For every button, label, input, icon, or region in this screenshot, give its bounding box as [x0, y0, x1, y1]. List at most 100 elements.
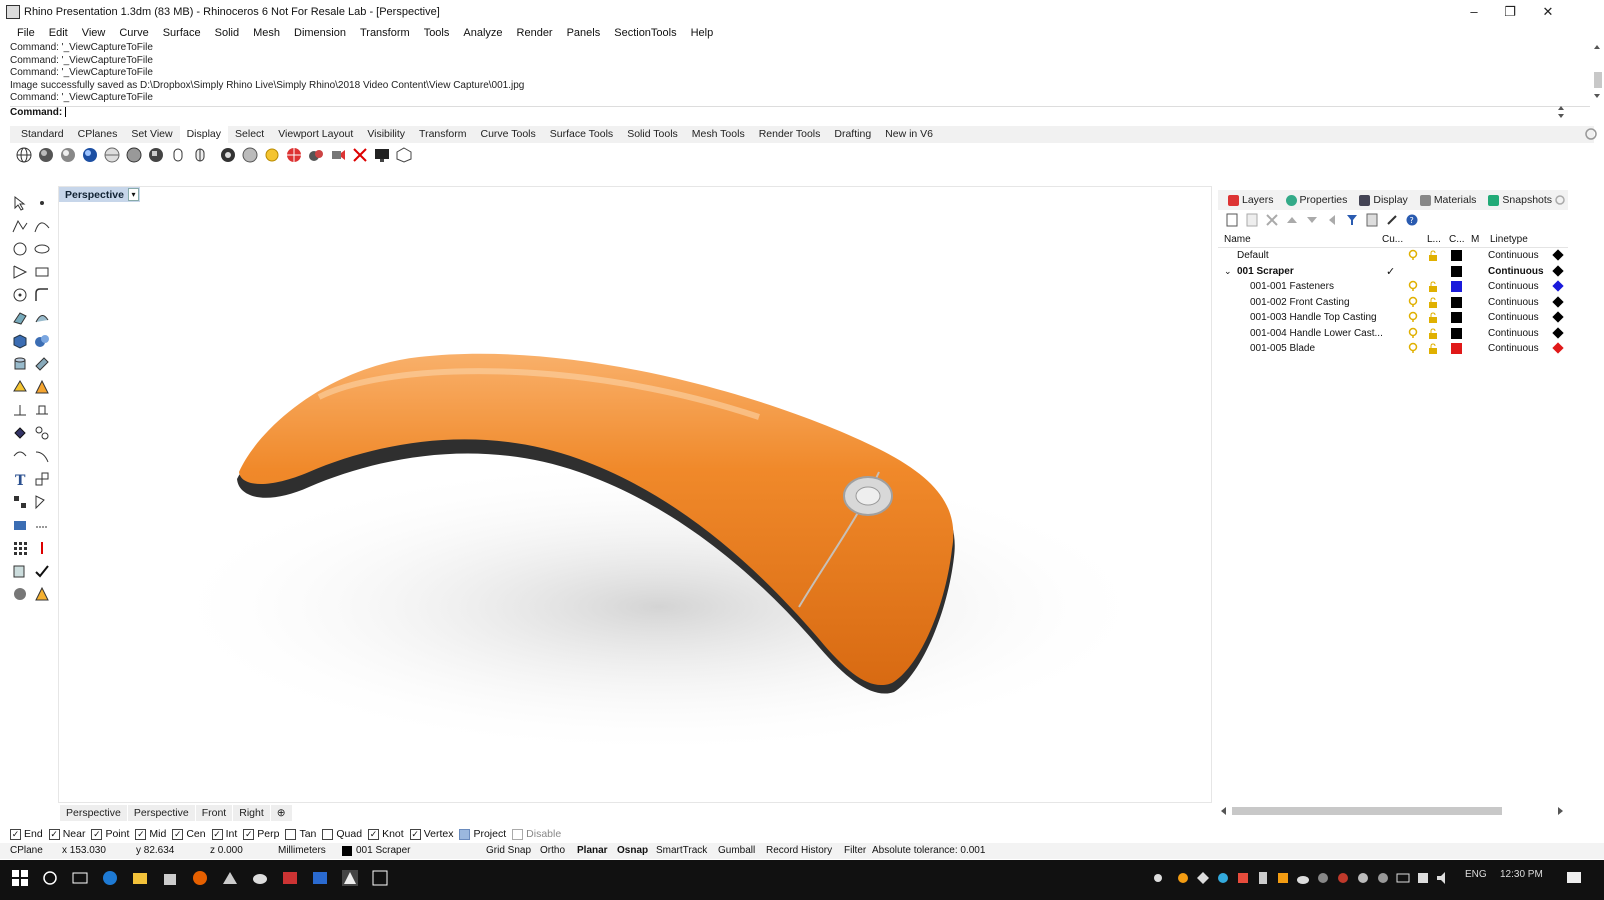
- layer-states-icon[interactable]: [1364, 212, 1380, 228]
- delete-layer-icon[interactable]: [1264, 212, 1280, 228]
- tray-icon-9[interactable]: [1355, 870, 1371, 886]
- cylinder-icon[interactable]: [10, 354, 30, 374]
- status-planar[interactable]: Planar: [577, 845, 608, 856]
- tab-visibility[interactable]: Visibility: [360, 126, 412, 143]
- shaded-viewport-icon[interactable]: [36, 145, 55, 164]
- osnap-checkbox[interactable]: ✓: [211, 828, 223, 840]
- dimension-icon[interactable]: [10, 400, 30, 420]
- gumball-icon[interactable]: [32, 538, 52, 558]
- edge-browser-icon[interactable]: [102, 870, 118, 886]
- tab-select[interactable]: Select: [228, 126, 271, 143]
- paint-bucket-icon[interactable]: [10, 423, 30, 443]
- tab-layers[interactable]: Layers: [1222, 194, 1280, 206]
- tab-solid-tools[interactable]: Solid Tools: [620, 126, 685, 143]
- status-gumball[interactable]: Gumball: [718, 845, 755, 856]
- tab-surface-tools[interactable]: Surface Tools: [543, 126, 620, 143]
- layer-linetype[interactable]: Continuous: [1488, 328, 1539, 339]
- restore-button[interactable]: ❐: [1490, 2, 1530, 22]
- layer-color-swatch[interactable]: [1451, 281, 1462, 292]
- environment-icon[interactable]: [240, 145, 259, 164]
- osnap-point[interactable]: ✓ Point: [91, 828, 129, 840]
- osnap-checkbox[interactable]: ✓: [48, 828, 60, 840]
- network-icon[interactable]: [1395, 870, 1411, 886]
- print-color-icon[interactable]: [1552, 264, 1564, 277]
- command-spinner-icon[interactable]: [1555, 104, 1567, 120]
- menu-sectiontools[interactable]: SectionTools: [607, 24, 683, 42]
- cube-outline-icon[interactable]: [394, 145, 413, 164]
- xray-viewport-icon[interactable]: [102, 145, 121, 164]
- menu-edit[interactable]: Edit: [42, 24, 75, 42]
- tray-icon-6[interactable]: [1275, 870, 1291, 886]
- menu-transform[interactable]: Transform: [353, 24, 417, 42]
- tray-icon-11[interactable]: [1415, 870, 1431, 886]
- osnap-checkbox[interactable]: ✓: [91, 828, 103, 840]
- osnap-checkbox[interactable]: [285, 828, 297, 840]
- print-color-icon[interactable]: [1552, 249, 1564, 261]
- layer-color-swatch[interactable]: [1451, 312, 1462, 323]
- sun-icon[interactable]: [262, 145, 281, 164]
- select-arrow-icon[interactable]: [10, 193, 30, 213]
- layer-color-swatch[interactable]: [1451, 296, 1462, 308]
- column-current[interactable]: Cu...: [1382, 234, 1403, 245]
- layer-unlocked-icon[interactable]: [1428, 312, 1438, 323]
- column-lock[interactable]: L...: [1427, 234, 1441, 245]
- osnap-end[interactable]: ✓ End: [10, 828, 43, 840]
- surface-from-points-icon[interactable]: [10, 308, 30, 328]
- tray-icon-10[interactable]: [1375, 870, 1391, 886]
- file-explorer-icon[interactable]: [132, 870, 148, 886]
- cloud-icon[interactable]: [1295, 870, 1311, 886]
- pen-viewport-icon[interactable]: [168, 145, 187, 164]
- expand-chevron-icon[interactable]: ⌄: [1224, 266, 1232, 277]
- menu-dimension[interactable]: Dimension: [287, 24, 353, 42]
- volume-icon[interactable]: [1435, 870, 1451, 886]
- layer-visible-bulb-icon[interactable]: [1408, 327, 1418, 339]
- layer-visible-bulb-icon[interactable]: [1408, 342, 1418, 354]
- column-linetype[interactable]: Linetype: [1490, 234, 1528, 245]
- tray-icon-5[interactable]: [1255, 870, 1271, 886]
- array-icon[interactable]: [10, 538, 30, 558]
- tab-curve-tools[interactable]: Curve Tools: [474, 126, 543, 143]
- rhino-taskbar-icon[interactable]: [252, 870, 268, 886]
- tray-icon-3[interactable]: [1215, 870, 1231, 886]
- help-icon[interactable]: ?: [1404, 212, 1420, 228]
- menu-file[interactable]: File: [10, 24, 42, 42]
- command-input[interactable]: [65, 107, 67, 118]
- dropbox-icon[interactable]: [1195, 870, 1211, 886]
- clock[interactable]: 12:30 PM: [1500, 869, 1543, 880]
- column-name[interactable]: Name: [1224, 234, 1251, 245]
- command-line[interactable]: Command:: [10, 106, 1590, 119]
- extrude-icon[interactable]: [32, 354, 52, 374]
- technical-viewport-icon[interactable]: [124, 145, 143, 164]
- trim-icon[interactable]: [32, 446, 52, 466]
- menu-view[interactable]: View: [75, 24, 113, 42]
- lights-icon[interactable]: [284, 145, 303, 164]
- app-icon-2[interactable]: [282, 870, 298, 886]
- app-icon-1[interactable]: [222, 870, 238, 886]
- new-sublayer-icon[interactable]: [1244, 212, 1260, 228]
- explode-icon[interactable]: [32, 423, 52, 443]
- layer-color-swatch[interactable]: [1451, 265, 1462, 277]
- app-icon-3[interactable]: [312, 870, 328, 886]
- status-grid-snap[interactable]: Grid Snap: [486, 845, 531, 856]
- monitor-icon[interactable]: [372, 145, 391, 164]
- menu-mesh[interactable]: Mesh: [246, 24, 287, 42]
- osnap-checkbox[interactable]: ✓: [368, 828, 380, 840]
- tab-viewport-layout[interactable]: Viewport Layout: [271, 126, 360, 143]
- block-icon[interactable]: [10, 515, 30, 535]
- layer-linetype[interactable]: Continuous: [1488, 281, 1539, 292]
- column-material[interactable]: M: [1471, 234, 1479, 245]
- scale-icon[interactable]: [32, 469, 52, 489]
- new-layer-icon[interactable]: [1224, 212, 1240, 228]
- align-icon[interactable]: [32, 400, 52, 420]
- wireframe-viewport-icon[interactable]: [14, 145, 33, 164]
- layer-unlocked-icon[interactable]: [1428, 296, 1438, 308]
- rendered-viewport-icon[interactable]: [58, 145, 77, 164]
- tray-icon-4[interactable]: [1235, 870, 1251, 886]
- layer-linetype[interactable]: Continuous: [1488, 297, 1539, 308]
- tray-icon-7[interactable]: [1315, 870, 1331, 886]
- osnap-disable[interactable]: Disable: [512, 828, 561, 840]
- hide-icon[interactable]: [350, 145, 369, 164]
- osnap-int[interactable]: ✓ Int: [211, 828, 237, 840]
- layer-linetype[interactable]: Continuous: [1488, 312, 1539, 323]
- command-history-scrollbar[interactable]: [1590, 42, 1604, 106]
